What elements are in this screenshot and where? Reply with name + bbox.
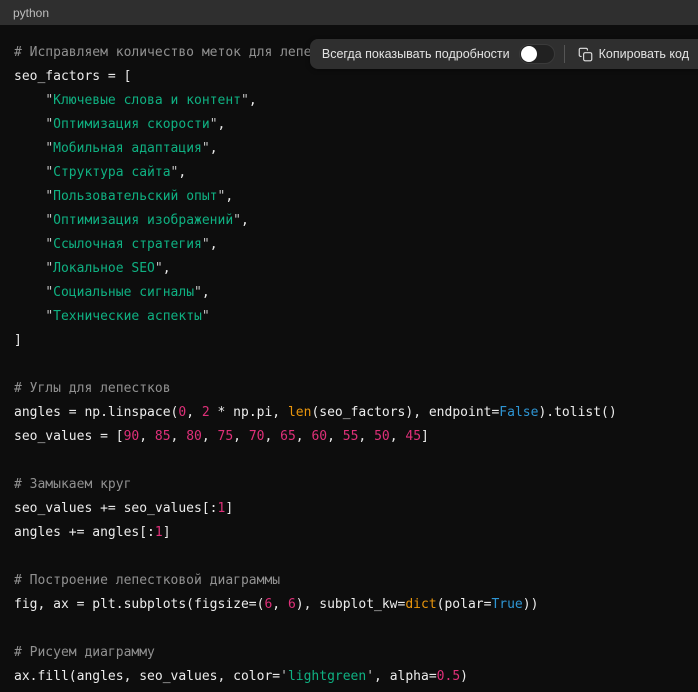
code-line: angles = np.linspace(0, 2 * np.pi, len(s… — [14, 401, 684, 425]
copy-code-button[interactable]: Копировать код — [574, 47, 693, 62]
code-line: # Замыкаем круг — [14, 473, 684, 497]
always-show-details-label: Всегда показывать подробности — [322, 47, 510, 61]
code-header: python — [0, 0, 698, 25]
code-line — [14, 545, 684, 569]
code-toolbar: Всегда показывать подробности Копировать… — [310, 39, 698, 69]
code-line: # Углы для лепестков — [14, 377, 684, 401]
code-lines: # Исправляем количество меток для лепест… — [14, 41, 684, 689]
code-line: "Оптимизация изображений", — [14, 209, 684, 233]
code-line: "Локальное SEO", — [14, 257, 684, 281]
code-block: # Исправляем количество меток для лепест… — [0, 25, 698, 692]
code-line: "Мобильная адаптация", — [14, 137, 684, 161]
code-line: angles += angles[:1] — [14, 521, 684, 545]
language-label: python — [13, 7, 49, 19]
code-line: ] — [14, 329, 684, 353]
code-block-window: python # Исправляем количество меток для… — [0, 0, 698, 692]
copy-icon — [578, 47, 593, 62]
code-line: "Социальные сигналы", — [14, 281, 684, 305]
code-line: seo_values = [90, 85, 80, 75, 70, 65, 60… — [14, 425, 684, 449]
code-line: "Ссылочная стратегия", — [14, 233, 684, 257]
always-show-details-toggle[interactable] — [519, 44, 555, 64]
code-line: "Пользовательский опыт", — [14, 185, 684, 209]
code-line — [14, 353, 684, 377]
code-line — [14, 449, 684, 473]
code-line: # Рисуем диаграмму — [14, 641, 684, 665]
code-line: seo_values += seo_values[:1] — [14, 497, 684, 521]
copy-code-label: Копировать код — [599, 47, 689, 61]
code-line: # Построение лепестковой диаграммы — [14, 569, 684, 593]
code-line: "Ключевые слова и контент", — [14, 89, 684, 113]
toolbar-divider — [564, 45, 565, 63]
code-line: ax.fill(angles, seo_values, color='light… — [14, 665, 684, 689]
code-line: fig, ax = plt.subplots(figsize=(6, 6), s… — [14, 593, 684, 617]
code-line: "Структура сайта", — [14, 161, 684, 185]
code-line: "Технические аспекты" — [14, 305, 684, 329]
toggle-knob — [521, 46, 537, 62]
code-line: "Оптимизация скорости", — [14, 113, 684, 137]
code-line — [14, 617, 684, 641]
